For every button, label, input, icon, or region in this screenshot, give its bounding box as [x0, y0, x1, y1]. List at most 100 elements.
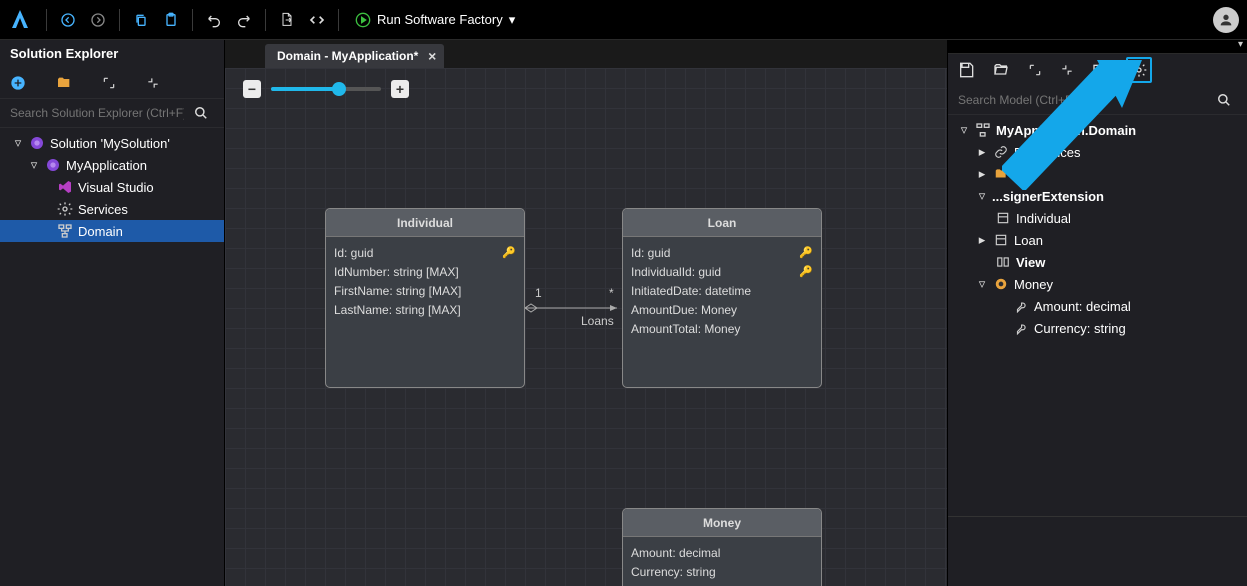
entity-row[interactable]: AmountDue: Money	[631, 300, 813, 319]
zoom-out-button[interactable]: −	[243, 80, 261, 98]
entity-row[interactable]: FirstName: string [MAX]	[334, 281, 516, 300]
relation-line[interactable]	[525, 303, 625, 313]
entity-row[interactable]: IndividualId: guid🔑	[631, 262, 813, 281]
entity-row[interactable]: Id: guid🔑	[631, 243, 813, 262]
entity-row[interactable]: InitiatedDate: datetime	[631, 281, 813, 300]
tree-application[interactable]: ▿ MyApplication	[0, 154, 224, 176]
search-input[interactable]	[0, 99, 194, 127]
entity-loan[interactable]: Loan Id: guid🔑 IndividualId: guid🔑 Initi…	[622, 208, 822, 388]
open-folder-button[interactable]	[56, 75, 72, 91]
back-button[interactable]	[55, 7, 81, 33]
expand-button[interactable]	[102, 76, 116, 90]
undo-button[interactable]	[201, 7, 227, 33]
tree-view[interactable]: View	[948, 251, 1247, 273]
forward-button[interactable]	[85, 7, 111, 33]
relation-label: Loans	[581, 314, 614, 328]
class-icon	[992, 233, 1010, 247]
separator	[338, 9, 339, 31]
domain-icon	[974, 122, 992, 138]
solution-icon	[28, 135, 46, 151]
explorer-toolbar	[0, 67, 224, 99]
property-icon	[1012, 321, 1030, 335]
chevron-down-icon: ▿	[28, 157, 40, 173]
domain-icon	[56, 223, 74, 239]
chevron-down-icon: ▿	[976, 276, 988, 292]
play-icon	[355, 12, 371, 28]
close-icon[interactable]: ×	[428, 48, 436, 64]
run-button[interactable]: Run Software Factory ▾	[345, 12, 525, 28]
explorer-tree: ▿ Solution 'MySolution' ▿ MyApplication …	[0, 128, 224, 586]
copy-button[interactable]	[128, 7, 154, 33]
tree-domain[interactable]: Domain	[0, 220, 224, 242]
properties-panel	[948, 516, 1247, 586]
code-button[interactable]	[304, 7, 330, 33]
tree-visual-studio[interactable]: Visual Studio	[0, 176, 224, 198]
tab-bar: Domain - MyApplication* ×	[225, 40, 947, 68]
explorer-search	[0, 99, 224, 128]
entity-row[interactable]: Id: guid🔑	[334, 243, 516, 262]
chevron-down-icon: ▿	[12, 135, 24, 151]
value-icon	[992, 277, 1010, 291]
collapse-button[interactable]	[146, 76, 160, 90]
entity-money[interactable]: Money Amount: decimal Currency: string	[622, 508, 822, 586]
separator	[119, 9, 120, 31]
separator	[192, 9, 193, 31]
panel-title: Solution Explorer	[0, 40, 224, 67]
tree-solution[interactable]: ▿ Solution 'MySolution'	[0, 132, 224, 154]
fkey-icon: 🔑	[799, 265, 813, 278]
chevron-down-icon: ▿	[976, 188, 988, 204]
entity-title: Individual	[326, 209, 524, 237]
user-avatar[interactable]	[1213, 7, 1239, 33]
chevron-down-icon[interactable]: ▾	[1238, 39, 1243, 50]
entity-title: Loan	[623, 209, 821, 237]
entity-row[interactable]: IdNumber: string [MAX]	[334, 262, 516, 281]
export-button[interactable]	[274, 7, 300, 33]
model-panel: ▾ ▿MyApplication.Domain ▸References ▸B..…	[947, 40, 1247, 586]
chevron-down-icon: ▾	[509, 12, 516, 28]
property-icon	[1012, 299, 1030, 313]
tree-amount[interactable]: Amount: decimal	[948, 295, 1247, 317]
search-icon[interactable]	[1217, 93, 1247, 107]
view-icon	[994, 255, 1012, 269]
top-toolbar: Run Software Factory ▾	[0, 0, 1247, 40]
redo-button[interactable]	[231, 7, 257, 33]
chevron-right-icon: ▸	[976, 166, 988, 182]
entity-row[interactable]: AmountTotal: Money	[631, 319, 813, 338]
solution-explorer-panel: Solution Explorer ▿ Solution 'MySolution…	[0, 40, 225, 586]
entity-row[interactable]: Amount: decimal	[631, 543, 813, 562]
key-icon: 🔑	[799, 246, 813, 259]
designer-canvas-pane: Domain - MyApplication* × − + Individual…	[225, 40, 947, 586]
chevron-down-icon: ▿	[958, 122, 970, 138]
chevron-right-icon: ▸	[976, 144, 988, 160]
tab-label: Domain - MyApplication*	[277, 49, 418, 63]
tree-money[interactable]: ▿Money	[948, 273, 1247, 295]
chevron-right-icon: ▸	[976, 232, 988, 248]
entity-row[interactable]: LastName: string [MAX]	[334, 300, 516, 319]
services-icon	[56, 201, 74, 217]
separator	[46, 9, 47, 31]
paste-button[interactable]	[158, 7, 184, 33]
tree-services[interactable]: Services	[0, 198, 224, 220]
zoom-in-button[interactable]: +	[391, 80, 409, 98]
app-logo	[8, 8, 32, 32]
relation-from: 1	[535, 286, 542, 300]
class-icon	[994, 211, 1012, 225]
tab-domain[interactable]: Domain - MyApplication* ×	[265, 44, 444, 68]
entity-individual[interactable]: Individual Id: guid🔑 IdNumber: string [M…	[325, 208, 525, 388]
canvas[interactable]: − + Individual Id: guid🔑 IdNumber: strin…	[225, 68, 947, 586]
panel-header: ▾	[948, 40, 1247, 54]
add-button[interactable]	[10, 75, 26, 91]
zoom-slider[interactable]	[271, 87, 381, 91]
key-icon: 🔑	[502, 246, 516, 259]
tree-loan[interactable]: ▸Loan	[948, 229, 1247, 251]
app-icon	[44, 157, 62, 173]
tree-individual[interactable]: Individual	[948, 207, 1247, 229]
save-button[interactable]	[958, 62, 974, 78]
annotation-arrow	[1002, 60, 1142, 190]
relation-to: *	[609, 286, 614, 300]
separator	[265, 9, 266, 31]
search-icon[interactable]	[194, 106, 224, 120]
zoom-control: − +	[243, 80, 409, 98]
entity-row[interactable]: Currency: string	[631, 562, 813, 581]
tree-currency[interactable]: Currency: string	[948, 317, 1247, 339]
